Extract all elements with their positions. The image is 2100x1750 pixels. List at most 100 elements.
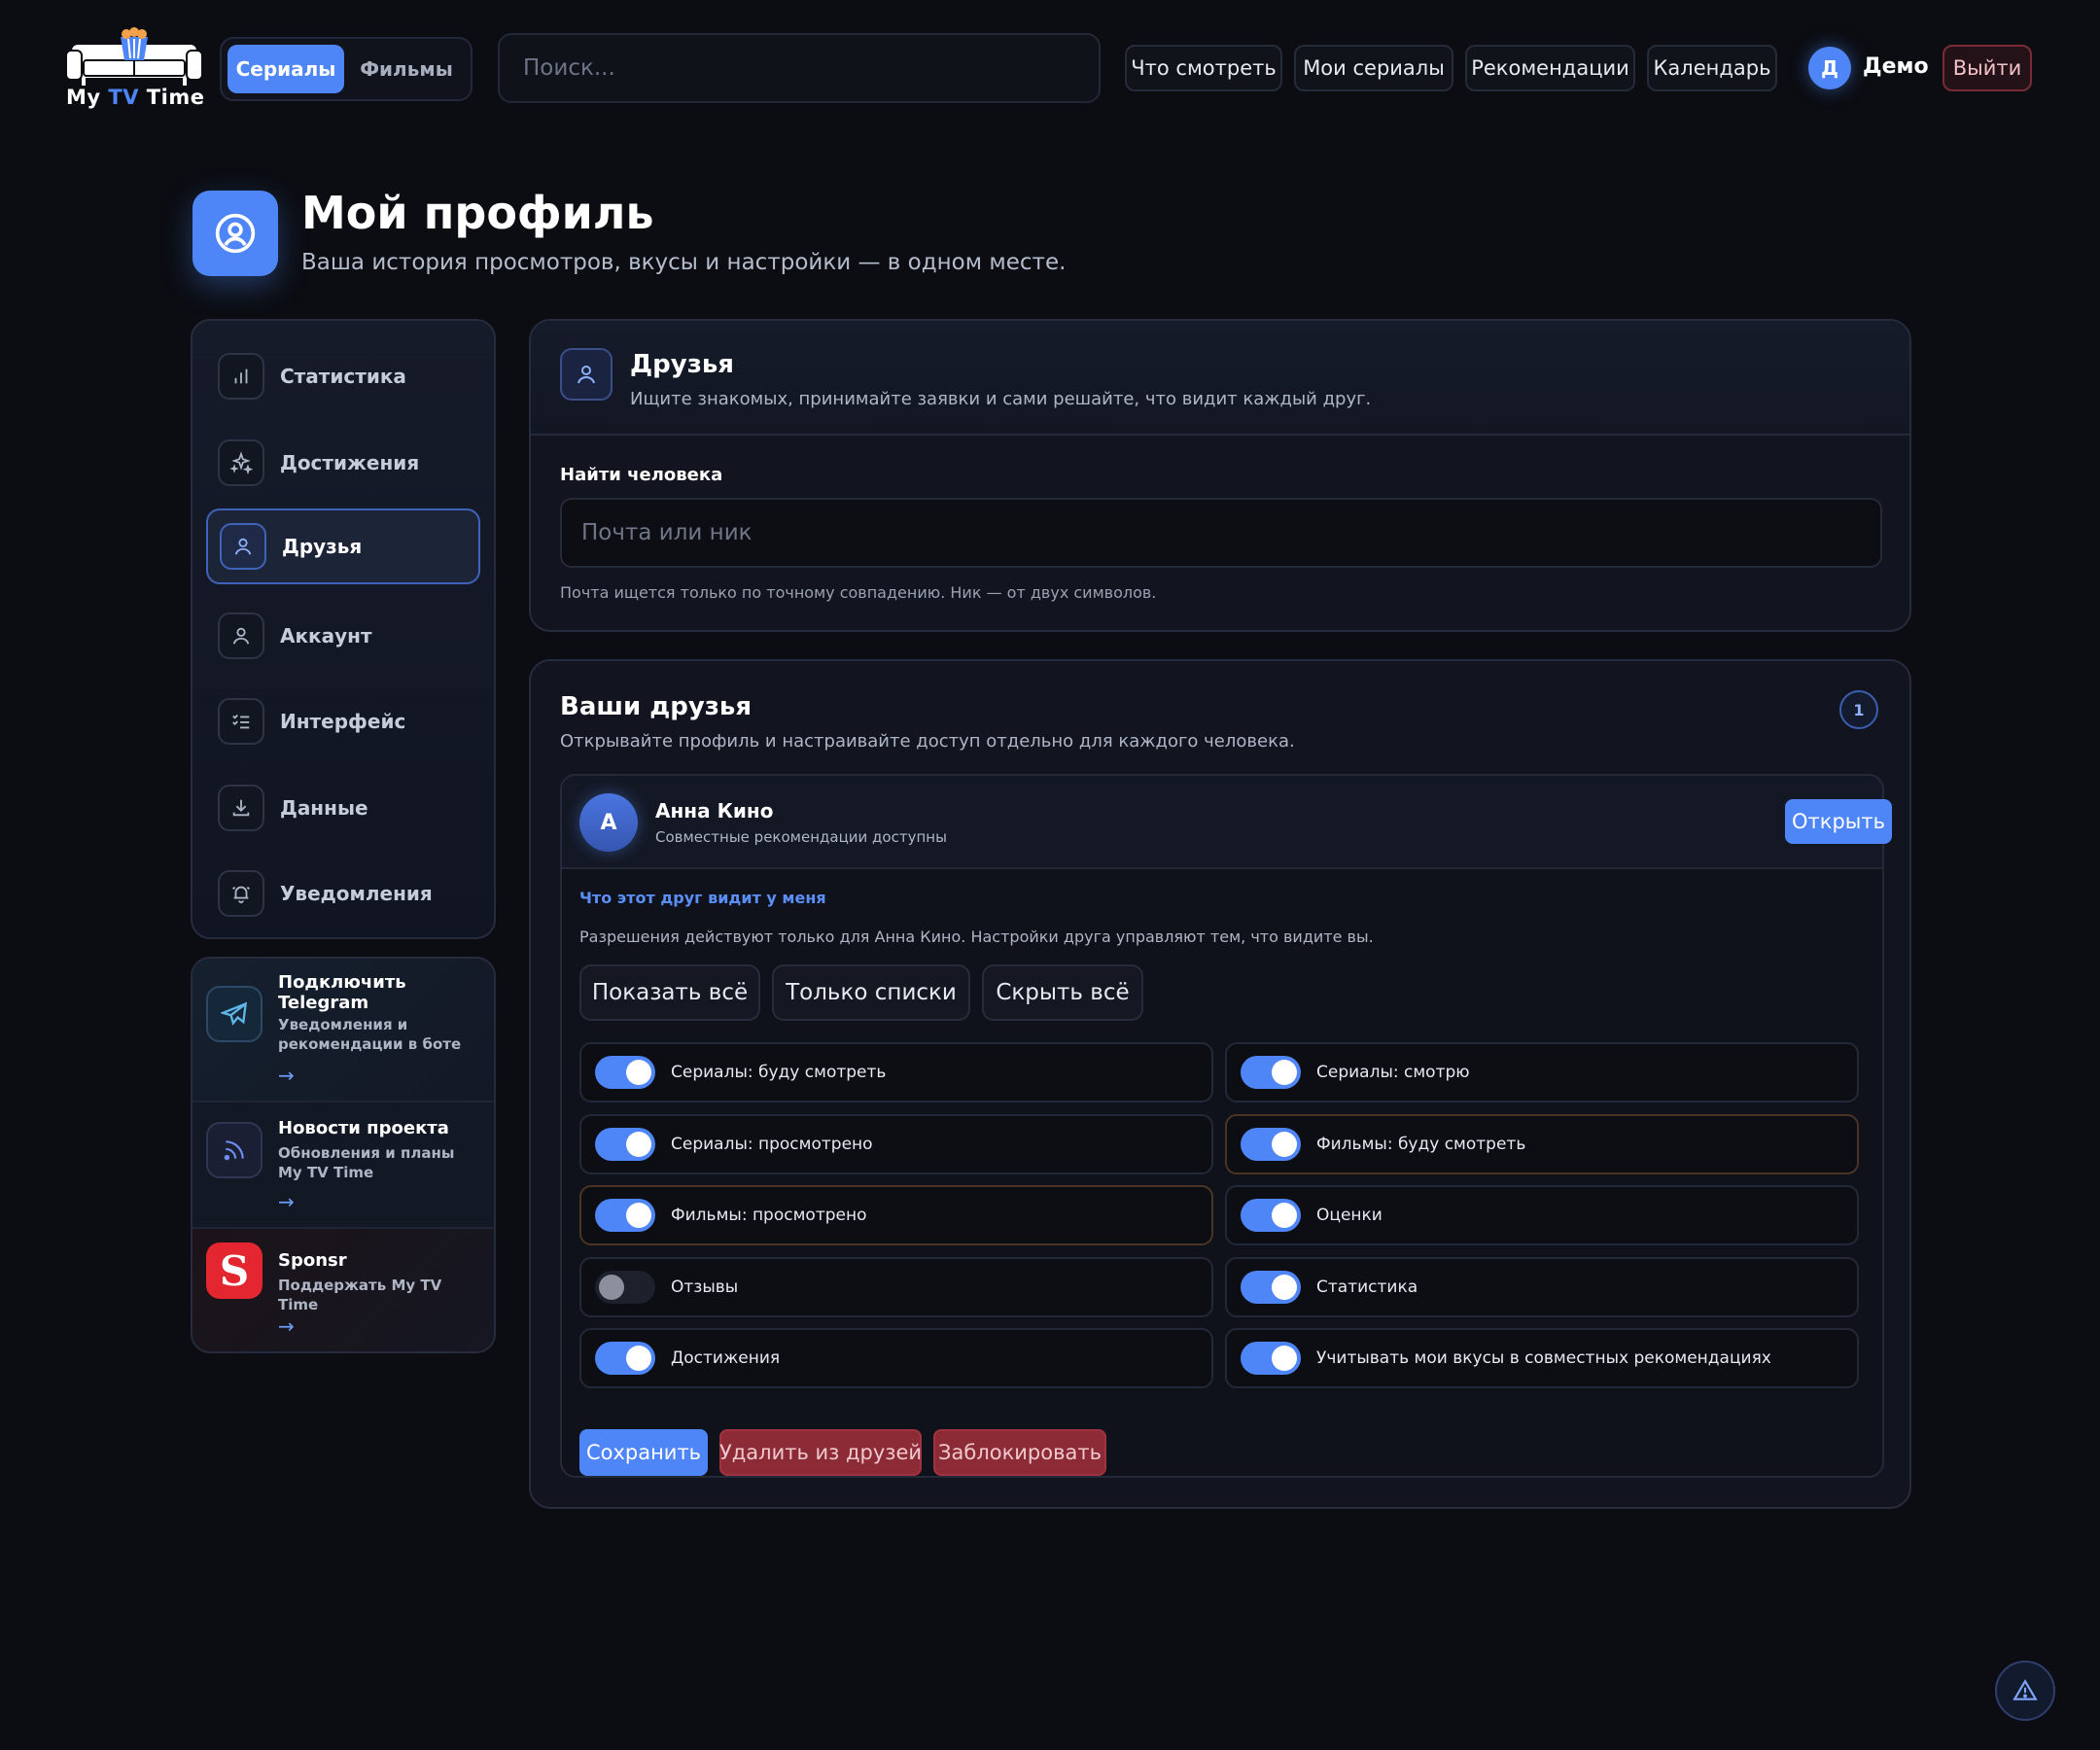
sponsr-logo: S: [206, 1242, 262, 1299]
toggle-switch[interactable]: [595, 1199, 655, 1232]
avatar[interactable]: Д: [1808, 47, 1851, 89]
nav-what-to-watch[interactable]: Что смотреть: [1125, 45, 1282, 91]
section-subtitle: Открывайте профиль и настраивайте доступ…: [560, 731, 1295, 752]
logo[interactable]: My TV Time: [65, 27, 205, 111]
promo-news[interactable]: Новости проекта Обновления и планы My TV…: [192, 1102, 494, 1229]
nav-recommendations[interactable]: Рекомендации: [1465, 45, 1635, 91]
toggle-row[interactable]: Фильмы: просмотрено: [579, 1185, 1213, 1245]
segment-series[interactable]: Сериалы: [228, 45, 344, 93]
toggle-row[interactable]: Сериалы: буду смотреть: [579, 1042, 1213, 1102]
sidebar-item-data[interactable]: Данные: [206, 770, 480, 846]
toggle-switch[interactable]: [1241, 1199, 1301, 1232]
toggle-row[interactable]: Достижения: [579, 1328, 1213, 1388]
promo-panel: Подключить Telegram Уведомления и рекоме…: [191, 957, 496, 1353]
promo-title: Sponsr: [278, 1250, 347, 1271]
toggle-row[interactable]: Статистика: [1225, 1257, 1859, 1317]
toggle-switch[interactable]: [595, 1128, 655, 1161]
nav-calendar[interactable]: Календарь: [1647, 45, 1777, 91]
toggle-label: Оценки: [1316, 1206, 1382, 1225]
content-type-switch: Сериалы Фильмы: [220, 37, 472, 101]
avatar: А: [579, 793, 638, 852]
toggle-label: Статистика: [1316, 1278, 1418, 1297]
toggle-label: Сериалы: смотрю: [1316, 1063, 1470, 1082]
sidebar-item-interface[interactable]: Интерфейс: [206, 683, 480, 759]
find-label: Найти человека: [560, 465, 723, 485]
sidebar-item-account[interactable]: Аккаунт: [206, 598, 480, 674]
toggle-row[interactable]: Оценки: [1225, 1185, 1859, 1245]
promo-sponsr[interactable]: S Sponsr Поддержать My TV Time →: [192, 1229, 494, 1351]
toggle-switch[interactable]: [595, 1342, 655, 1375]
checklist-icon: [218, 698, 264, 745]
remove-friend-button[interactable]: Удалить из друзей: [719, 1429, 922, 1476]
logout-button[interactable]: Выйти: [1942, 45, 2032, 91]
toggle-switch[interactable]: [1241, 1056, 1301, 1089]
sidebar-item-achievements[interactable]: Достижения: [206, 425, 480, 501]
friends-count-badge: 1: [1839, 690, 1878, 729]
user-icon: [220, 523, 266, 570]
logo-text: My TV Time: [66, 86, 205, 109]
toggle-label: Учитывать мои вкусы в совместных рекомен…: [1316, 1348, 1771, 1368]
friend-card: А Анна Кино Совместные рекомендации дост…: [560, 774, 1892, 1478]
promo-desc: Поддержать My TV Time: [278, 1277, 442, 1313]
open-profile-button[interactable]: Открыть: [1785, 799, 1892, 844]
page-title: Мой профиль: [301, 187, 654, 239]
bell-icon: [218, 870, 264, 917]
permissions-title: Что этот друг видит у меня: [579, 889, 826, 907]
toggle-row[interactable]: Фильмы: буду смотреть: [1225, 1114, 1859, 1174]
report-problem-button[interactable]: [1995, 1661, 2055, 1721]
hide-all-button[interactable]: Скрыть всё: [982, 964, 1143, 1021]
search-input[interactable]: Поиск...: [498, 33, 1101, 103]
sidebar-item-label: Данные: [280, 796, 368, 820]
promo-desc: Уведомления и рекомендации в боте: [278, 1016, 462, 1053]
toggle-switch[interactable]: [595, 1271, 655, 1304]
sidebar-item-label: Аккаунт: [280, 624, 372, 648]
friend-status: Совместные рекомендации доступны: [655, 828, 947, 846]
friend-header: А Анна Кино Совместные рекомендации дост…: [562, 776, 1892, 869]
toggle-row[interactable]: Учитывать мои вкусы в совместных рекомен…: [1225, 1328, 1859, 1388]
toggle-switch[interactable]: [1241, 1128, 1301, 1161]
bar-chart-icon: [218, 353, 264, 400]
card-header: Друзья Ищите знакомых, принимайте заявки…: [531, 321, 1909, 436]
sofa-logo-icon: [65, 27, 203, 86]
toggle-row[interactable]: Отзывы: [579, 1257, 1213, 1317]
toggle-switch[interactable]: [1241, 1271, 1301, 1304]
sidebar-item-label: Друзья: [282, 535, 363, 558]
download-icon: [218, 785, 264, 831]
user-name[interactable]: Демо: [1863, 54, 1929, 79]
sidebar-item-statistics[interactable]: Статистика: [206, 338, 480, 414]
find-hint: Почта ищется только по точному совпадени…: [560, 583, 1157, 602]
account-icon: [218, 612, 264, 659]
sparkles-icon: [218, 439, 264, 486]
promo-desc: Обновления и планы My TV Time: [278, 1144, 455, 1181]
telegram-icon: [206, 986, 262, 1042]
toggle-switch[interactable]: [1241, 1342, 1301, 1375]
toggle-label: Фильмы: буду смотреть: [1316, 1135, 1526, 1154]
find-person-input[interactable]: Почта или ник: [560, 498, 1882, 568]
sidebar-item-label: Достижения: [280, 451, 420, 474]
find-friends-card: Друзья Ищите знакомых, принимайте заявки…: [529, 319, 1911, 632]
save-button[interactable]: Сохранить: [579, 1429, 708, 1476]
toggle-label: Достижения: [671, 1348, 781, 1368]
rss-icon: [206, 1122, 262, 1178]
profile-icon: [192, 191, 278, 276]
show-all-button[interactable]: Показать всё: [579, 964, 760, 1021]
sidebar-item-friends[interactable]: Друзья: [206, 508, 480, 584]
page-subtitle: Ваша история просмотров, вкусы и настрой…: [301, 250, 1067, 275]
arrow-right-icon: →: [278, 1314, 295, 1338]
nav-my-series[interactable]: Мои сериалы: [1294, 45, 1453, 91]
toggle-row[interactable]: Сериалы: смотрю: [1225, 1042, 1859, 1102]
segment-movies[interactable]: Фильмы: [348, 45, 465, 93]
toggle-switch[interactable]: [595, 1056, 655, 1089]
warning-icon: [2012, 1679, 2038, 1700]
toggle-label: Отзывы: [671, 1278, 739, 1297]
permissions-note: Разрешения действуют только для Анна Кин…: [579, 928, 1374, 946]
promo-telegram[interactable]: Подключить Telegram Уведомления и рекоме…: [192, 959, 494, 1102]
friend-name: Анна Кино: [655, 799, 774, 822]
promo-title: Новости проекта: [278, 1118, 449, 1138]
user-icon: [560, 348, 612, 401]
toggle-row[interactable]: Сериалы: просмотрено: [579, 1114, 1213, 1174]
sidebar-item-notifications[interactable]: Уведомления: [206, 856, 480, 931]
lists-only-button[interactable]: Только списки: [772, 964, 970, 1021]
block-button[interactable]: Заблокировать: [933, 1429, 1106, 1476]
section-subtitle: Ищите знакомых, принимайте заявки и сами…: [630, 389, 1372, 409]
